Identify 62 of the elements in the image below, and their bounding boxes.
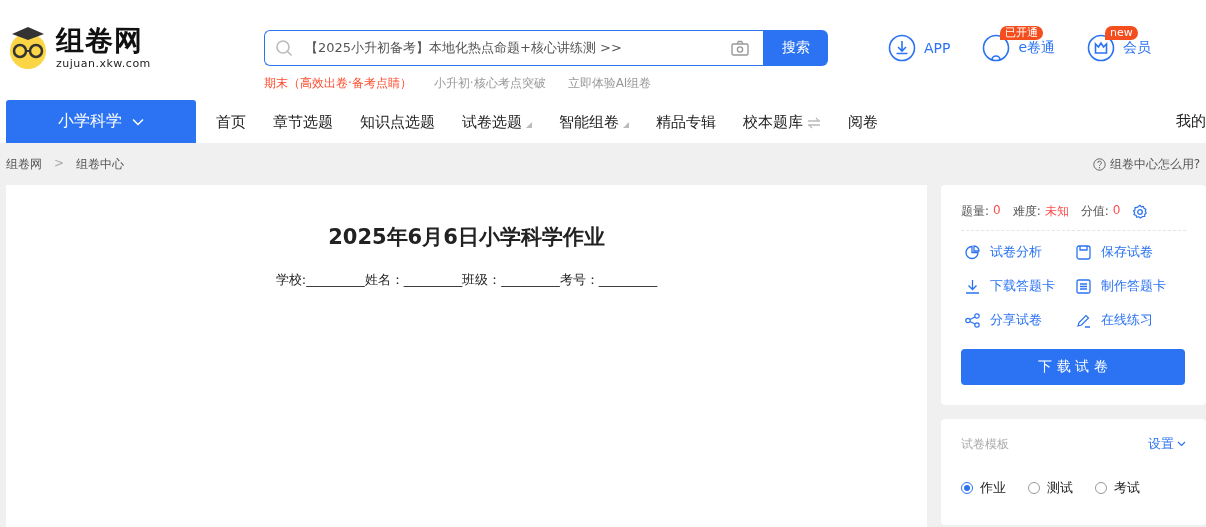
- nav-link[interactable]: 阅卷: [848, 110, 878, 133]
- triangle-icon: [526, 121, 532, 128]
- badge: new: [1105, 26, 1138, 40]
- badge: 已开通: [1000, 26, 1044, 40]
- nav-link[interactable]: 我的: [1176, 112, 1206, 131]
- settings-dropdown[interactable]: 设置: [1148, 435, 1186, 453]
- search-button[interactable]: 搜索: [763, 30, 828, 66]
- action-link[interactable]: 下载答题卡: [990, 277, 1055, 295]
- student-info-line: 学校:_________姓名：_________班级：_________考号：_________: [275, 271, 658, 289]
- template-title: 试卷模板: [961, 435, 1009, 453]
- stat-value: 0: [993, 203, 1001, 219]
- hot-link[interactable]: 立即体验AI组卷: [567, 75, 652, 92]
- help-icon: [1092, 157, 1106, 171]
- stat-label: 分值:: [1080, 203, 1109, 220]
- pencil-icon: [1075, 312, 1091, 328]
- action-link[interactable]: 试卷分析: [990, 243, 1042, 261]
- search-field[interactable]: 【2025小升初备考】本地化热点命题+核心讲练测 >>: [264, 30, 763, 66]
- share-icon: [965, 312, 980, 328]
- radio-label: 考试: [1114, 479, 1140, 497]
- breadcrumb-separator: >: [54, 155, 65, 172]
- logo-domain: zujuan.xkw.com: [56, 56, 151, 70]
- action-link[interactable]: 保存试卷: [1100, 243, 1153, 261]
- stat-value: 0: [1112, 203, 1121, 219]
- stat-label: 难度:: [1012, 203, 1041, 220]
- help-link[interactable]: 组卷中心怎么用?: [1109, 155, 1200, 173]
- search-icon: [275, 39, 293, 57]
- nav-link[interactable]: 校本题库: [743, 110, 803, 133]
- logo-title: 组卷网: [56, 24, 144, 57]
- nav-link[interactable]: 知识点选题: [360, 110, 435, 133]
- nav-link[interactable]: 章节选题: [273, 110, 333, 133]
- action-link[interactable]: 在线练习: [1100, 311, 1153, 329]
- download-icon: [888, 34, 916, 62]
- nav-link[interactable]: 精品专辑: [656, 110, 716, 133]
- nav-link[interactable]: 试卷选题: [462, 110, 522, 133]
- chevron-down-icon: [132, 117, 144, 126]
- crown-icon: [1087, 34, 1116, 62]
- camera-icon: [731, 40, 749, 56]
- header-link[interactable]: APP: [924, 40, 951, 56]
- settings-icon: [1132, 203, 1149, 220]
- download-button[interactable]: 下 载 试 卷: [961, 349, 1185, 385]
- header-link[interactable]: e卷通: [1018, 39, 1056, 57]
- radio-label: 作业: [980, 479, 1006, 497]
- action-link[interactable]: 分享试卷: [990, 311, 1042, 329]
- breadcrumb-link[interactable]: 组卷中心: [76, 155, 125, 173]
- pie-chart-icon: [965, 244, 980, 260]
- answer-sheet-icon: [1075, 278, 1091, 294]
- nav-link[interactable]: 首页: [216, 110, 246, 133]
- subject-dropdown[interactable]: 小学科学: [6, 100, 196, 143]
- chevron-down-icon: [1177, 441, 1186, 447]
- breadcrumb-link[interactable]: 组卷网: [6, 155, 42, 173]
- stat-label: 题量:: [961, 203, 990, 220]
- download-icon: [965, 278, 980, 294]
- nav-link[interactable]: 智能组卷: [559, 110, 619, 133]
- triangle-icon: [623, 121, 629, 128]
- stat-value: 未知: [1044, 203, 1069, 220]
- hot-link[interactable]: 期末（高效出卷·备考点睛）: [264, 75, 412, 92]
- action-link[interactable]: 制作答题卡: [1100, 277, 1166, 295]
- radio-label: 测试: [1047, 479, 1073, 497]
- hot-link[interactable]: 小升初·核心考点突破: [433, 75, 546, 92]
- paper-title: 2025年6月6日小学科学作业: [328, 224, 605, 251]
- swap-icon: [807, 116, 821, 129]
- header-link[interactable]: 会员: [1123, 39, 1152, 57]
